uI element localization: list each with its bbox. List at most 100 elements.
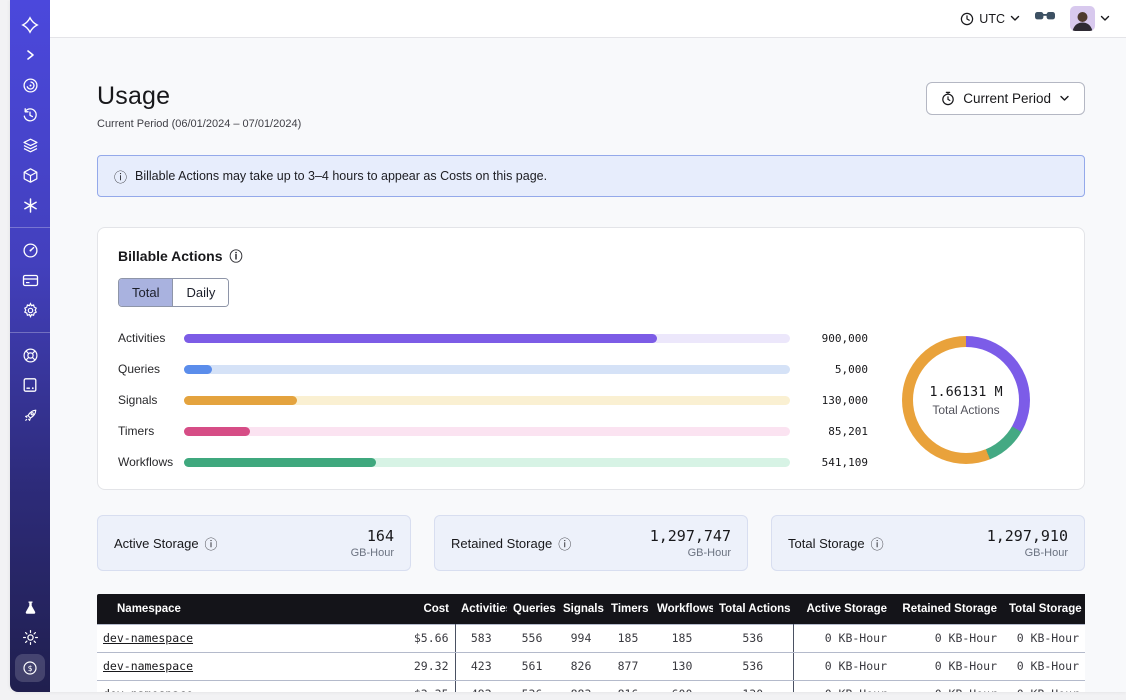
gear-icon[interactable] <box>16 297 44 323</box>
chevron-down-icon <box>1010 15 1020 22</box>
top-bar: UTC <box>50 0 1126 38</box>
book-icon[interactable] <box>16 372 44 398</box>
cell-workflows: 130 <box>651 652 713 680</box>
cell-signals: 883 <box>557 680 605 692</box>
bar-fill <box>184 458 376 467</box>
spiral-icon[interactable] <box>16 72 44 98</box>
gauge-icon[interactable] <box>16 237 44 263</box>
col-header-activities: Activities <box>455 594 507 624</box>
bar-row-activities: Activities 900,000 <box>118 331 868 345</box>
bar-row-workflows: Workflows 541,109 <box>118 455 868 469</box>
col-header-cost: Cost <box>387 594 455 624</box>
donut-center-value: 1.66131 M <box>929 384 1002 400</box>
credit-card-icon[interactable] <box>16 267 44 293</box>
cell-queries: 561 <box>507 652 557 680</box>
bar-label: Signals <box>118 393 184 407</box>
bar-value: 541,109 <box>790 456 868 469</box>
stopwatch-icon <box>941 91 955 106</box>
col-header-signals: Signals <box>557 594 605 624</box>
lifebuoy-icon[interactable] <box>16 342 44 368</box>
donut-chart-area: 1.66131 M Total Actions <box>868 336 1064 464</box>
tab-daily[interactable]: Daily <box>172 279 228 306</box>
cell-retained-storage: 0 KB-Hour <box>893 624 1003 652</box>
col-header-workflows: Workflows <box>651 594 713 624</box>
bar-value: 130,000 <box>790 394 868 407</box>
cell-total-actions: 536 <box>713 652 793 680</box>
bar-fill <box>184 396 297 405</box>
bar-track <box>184 365 790 374</box>
rocket-icon[interactable] <box>16 402 44 428</box>
sidebar-divider <box>10 332 50 333</box>
namespace-link[interactable]: dev-namespace <box>103 631 193 645</box>
chevron-down-icon <box>1100 15 1110 22</box>
cell-signals: 994 <box>557 624 605 652</box>
col-header-active-storage: Active Storage <box>793 594 893 624</box>
info-icon[interactable]: ⓘ <box>871 534 884 553</box>
bar-value: 900,000 <box>790 332 868 345</box>
app-window: $ UTC Usage <box>10 0 1126 692</box>
temporal-logo-icon[interactable] <box>16 12 44 38</box>
cell-active-storage: 0 KB-Hour <box>793 652 893 680</box>
table-header-row: Namespace Cost Activities Queries Signal… <box>97 594 1085 624</box>
avatar <box>1070 6 1095 31</box>
cell-activities: 492 <box>455 680 507 692</box>
bar-row-queries: Queries 5,000 <box>118 362 868 376</box>
svg-text:$: $ <box>28 664 33 673</box>
bar-label: Queries <box>118 362 184 376</box>
sun-icon[interactable] <box>16 624 44 650</box>
dollar-coin-icon[interactable]: $ <box>15 654 45 682</box>
current-period-button[interactable]: Current Period <box>926 82 1085 115</box>
info-banner: ⓘ Billable Actions may take up to 3–4 ho… <box>97 155 1085 197</box>
col-header-queries: Queries <box>507 594 557 624</box>
user-menu[interactable] <box>1070 6 1110 31</box>
namespace-usage-table: Namespace Cost Activities Queries Signal… <box>97 594 1085 692</box>
tab-total[interactable]: Total <box>119 279 172 306</box>
cell-namespace[interactable]: dev-namespace <box>97 680 387 692</box>
storage-card-value: 1,297,910 <box>987 527 1068 545</box>
storage-card-label: Retained Storage <box>451 536 552 551</box>
flask-icon[interactable] <box>16 594 44 620</box>
glasses-icon[interactable] <box>1034 9 1056 28</box>
sidebar-divider <box>10 227 50 228</box>
storage-card-value: 164 <box>351 527 394 545</box>
info-icon[interactable]: ⓘ <box>230 246 243 265</box>
layers-icon[interactable] <box>16 132 44 158</box>
chevron-right-icon[interactable] <box>16 42 44 68</box>
bar-row-signals: Signals 130,000 <box>118 393 868 407</box>
bar-fill <box>184 427 250 436</box>
col-header-namespace: Namespace <box>97 594 387 624</box>
billable-title: Billable Actions <box>118 248 223 264</box>
history-icon[interactable] <box>16 102 44 128</box>
timezone-selector[interactable]: UTC <box>960 12 1020 26</box>
info-icon[interactable]: ⓘ <box>205 534 218 553</box>
bar-track <box>184 427 790 436</box>
bar-track <box>184 396 790 405</box>
cell-active-storage: 0 KB-Hour <box>793 624 893 652</box>
cell-cost: $5.66 <box>387 624 455 652</box>
storage-card-unit: GB-Hour <box>650 547 731 559</box>
cell-queries: 556 <box>507 624 557 652</box>
col-header-retained-storage: Retained Storage <box>893 594 1003 624</box>
bar-label: Timers <box>118 424 184 438</box>
bar-track <box>184 458 790 467</box>
bar-fill <box>184 334 657 343</box>
cell-activities: 423 <box>455 652 507 680</box>
asterisk-icon[interactable] <box>16 192 44 218</box>
cube-icon[interactable] <box>16 162 44 188</box>
cell-activities: 583 <box>455 624 507 652</box>
storage-card-value: 1,297,747 <box>650 527 731 545</box>
namespace-link[interactable]: dev-namespace <box>103 659 193 673</box>
cell-total-storage: 0 KB-Hour <box>1003 652 1085 680</box>
table-row: dev-namespace29.324235618268771305360 KB… <box>97 652 1085 680</box>
cell-total-actions: 130 <box>713 680 793 692</box>
cell-total-actions: 536 <box>713 624 793 652</box>
storage-card-unit: GB-Hour <box>351 547 394 559</box>
cell-namespace[interactable]: dev-namespace <box>97 652 387 680</box>
title-block: Usage Current Period (06/01/2024 – 07/01… <box>97 82 301 130</box>
cell-queries: 536 <box>507 680 557 692</box>
info-icon[interactable]: ⓘ <box>558 534 571 553</box>
sidebar: $ <box>10 0 50 692</box>
namespace-link[interactable]: dev-namespace <box>103 687 193 692</box>
cell-namespace[interactable]: dev-namespace <box>97 624 387 652</box>
cell-total-storage: 0 KB-Hour <box>1003 680 1085 692</box>
